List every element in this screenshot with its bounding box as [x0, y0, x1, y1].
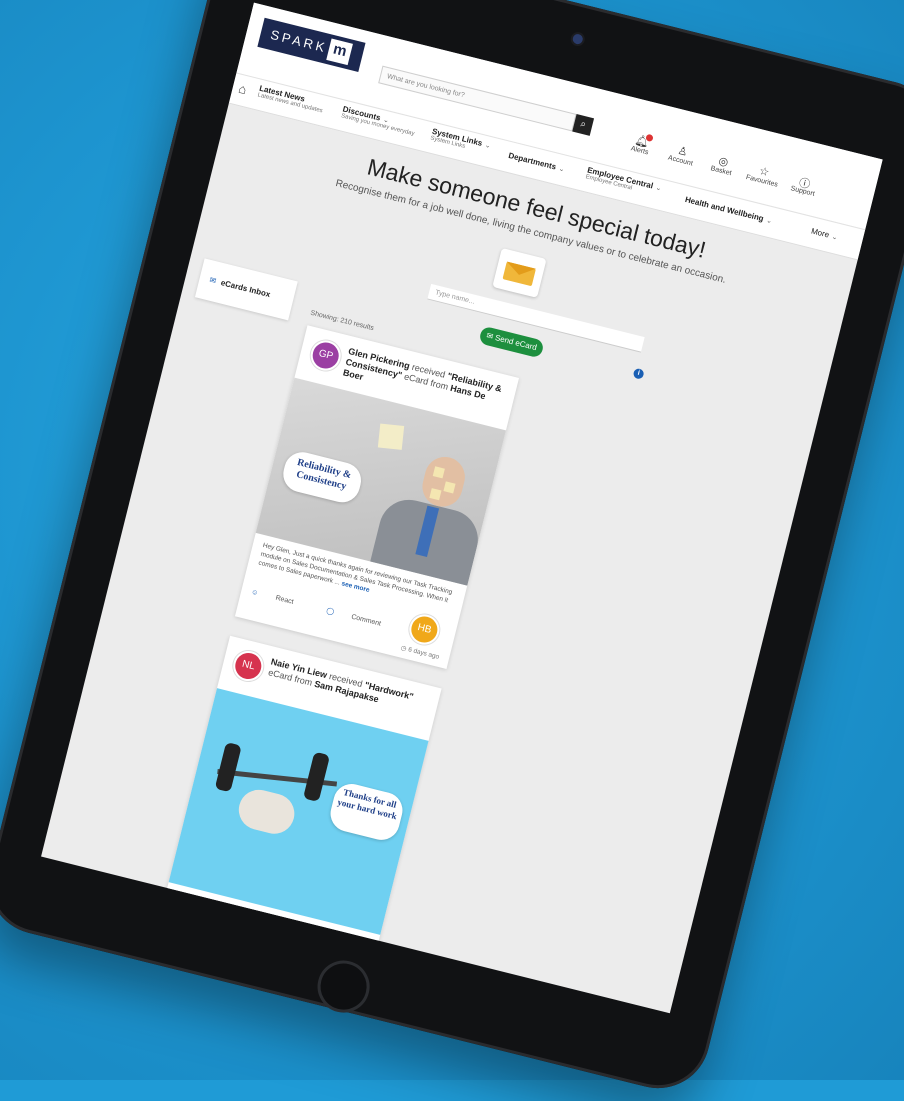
spark-logo[interactable]: SPARK m [257, 17, 366, 72]
ecard-bubble-text: Thanks for all your hard work [326, 780, 407, 844]
dumbbell-plate [214, 741, 242, 793]
search-button[interactable]: ⌕ [572, 114, 595, 136]
nav-departments[interactable]: Departments⌄ [507, 151, 565, 174]
alerts-button[interactable]: 🔔︎ Alerts [619, 130, 663, 159]
basket-button[interactable]: ◎ Basket [701, 150, 745, 179]
chevron-down-icon: ⌄ [654, 184, 663, 193]
react-label: React [274, 594, 295, 606]
search-icon: ⌕ [579, 118, 588, 131]
inbox-label: eCards Inbox [219, 278, 272, 300]
chevron-down-icon: ⌄ [557, 165, 566, 174]
chevron-down-icon: ⌄ [830, 233, 839, 242]
logo-text: SPARK [269, 26, 330, 56]
react-button[interactable]: ☺ React [250, 589, 309, 610]
ecard-image[interactable]: Thanks for all your hard work [168, 688, 429, 935]
logo-mark: m [326, 38, 353, 66]
sticky-note [377, 423, 405, 450]
home-icon[interactable]: ⌂ [237, 81, 248, 97]
favourites-button[interactable]: ☆ Favourites [742, 160, 786, 189]
comment-label: Comment [350, 613, 382, 628]
info-icon[interactable]: i [632, 367, 645, 380]
nav-more[interactable]: More⌄ [810, 226, 838, 241]
comment-icon: ◯ [325, 607, 337, 617]
envelope-icon [492, 247, 547, 298]
ecard-card[interactable]: GP Glen Pickering received "Reliability … [234, 325, 520, 670]
nav-label: More [810, 226, 831, 240]
account-button[interactable]: ♙ Account [660, 140, 704, 169]
nav-label: Departments [507, 150, 558, 172]
chevron-down-icon: ⌄ [765, 217, 773, 226]
chevron-down-icon: ⌄ [484, 141, 492, 151]
inbox-icon: ✉ [208, 275, 218, 286]
cat-figure [234, 785, 299, 838]
avatar: NL [230, 647, 267, 685]
comment-button[interactable]: ◯ Comment [325, 607, 397, 631]
dumbbell-plate [302, 751, 331, 803]
react-icon: ☺ [250, 588, 261, 598]
send-ecard-label: Send eCard [494, 333, 538, 353]
ecards-inbox-button[interactable]: ✉ eCards Inbox [194, 258, 298, 321]
send-ecard-button[interactable]: ✉ Send eCard [478, 325, 545, 359]
time-label: 6 days ago [407, 646, 440, 661]
timestamp: ◷ 6 days ago [400, 644, 440, 661]
avatar: GP [307, 337, 344, 374]
support-button[interactable]: ⓘ Support [782, 171, 826, 200]
ecard-bubble-text: Reliability & Consistency [279, 448, 365, 507]
